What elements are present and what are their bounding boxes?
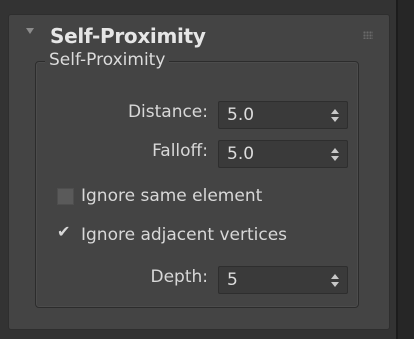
arrow-down-icon[interactable] (331, 117, 339, 122)
distance-label: Distance: (127, 102, 208, 122)
arrow-down-icon[interactable] (331, 156, 339, 161)
falloff-spinner[interactable]: 5.0 (218, 140, 348, 168)
arrow-down-icon[interactable] (331, 282, 339, 287)
depth-spinner[interactable]: 5 (218, 266, 348, 294)
distance-spinner[interactable]: 5.0 (218, 101, 348, 129)
scrollbar-track[interactable] (398, 0, 414, 339)
distance-value[interactable]: 5.0 (227, 105, 254, 125)
drag-grip-icon[interactable] (363, 31, 373, 39)
arrow-up-icon[interactable] (331, 274, 339, 279)
spinner-arrows-icon[interactable] (331, 274, 339, 288)
ignore-adjacent-vertices-label[interactable]: Ignore adjacent vertices (81, 225, 287, 245)
depth-label: Depth: (150, 267, 208, 287)
falloff-label: Falloff: (152, 141, 208, 161)
falloff-value[interactable]: 5.0 (227, 144, 254, 164)
spinner-arrows-icon[interactable] (331, 109, 339, 123)
ignore-same-element-label[interactable]: Ignore same element (81, 186, 262, 206)
arrow-up-icon[interactable] (331, 148, 339, 153)
spinner-arrows-icon[interactable] (331, 148, 339, 162)
ignore-same-element-checkbox[interactable] (57, 188, 74, 205)
rollout-title[interactable]: Self-Proximity (50, 24, 206, 48)
triangle-down-icon[interactable] (26, 28, 34, 34)
arrow-up-icon[interactable] (331, 109, 339, 114)
depth-value[interactable]: 5 (227, 270, 238, 290)
checkmark-icon[interactable]: ✔ (57, 222, 70, 242)
group-legend: Self-Proximity (45, 50, 170, 70)
